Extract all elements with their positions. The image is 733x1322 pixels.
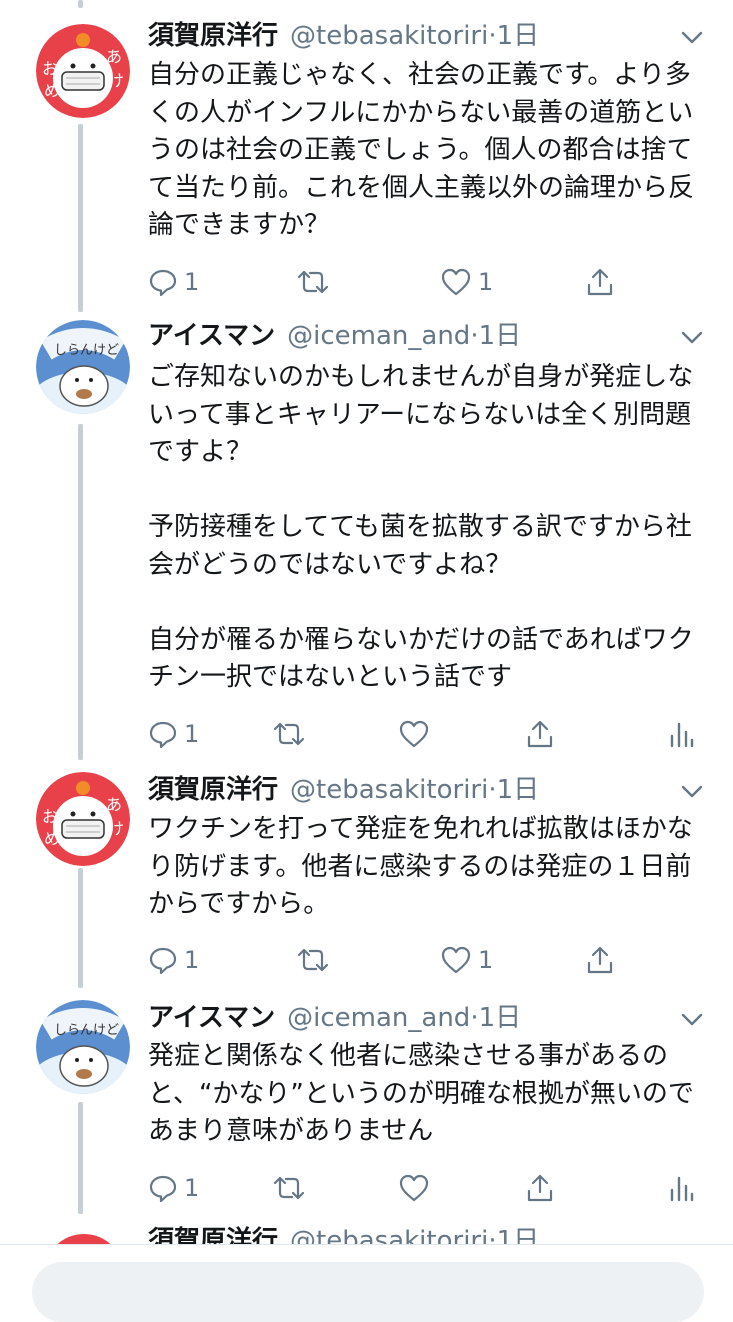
thread-line — [78, 868, 83, 988]
user-handle[interactable]: @tebasakitoriri — [290, 775, 488, 805]
retweet-button[interactable] — [272, 714, 306, 754]
tweet-header: アイスマン @iceman_and·1日 — [148, 996, 693, 1040]
separator-dot: · — [488, 775, 497, 805]
chevron-down-icon[interactable] — [677, 776, 707, 806]
avatar[interactable]: お あ け め — [36, 24, 130, 118]
reply-button[interactable]: 1 — [148, 714, 199, 754]
heart-icon — [441, 268, 471, 296]
reply-icon — [149, 1175, 177, 1203]
display-name[interactable]: 須賀原洋行 — [148, 1226, 278, 1246]
like-button[interactable] — [398, 1168, 430, 1208]
reply-button[interactable]: 1 — [148, 1168, 199, 1208]
chevron-down-icon[interactable] — [677, 22, 707, 52]
like-count: 1 — [478, 946, 494, 974]
tweet-text: ご存知ないのかもしれませんが自身が発症しないって事とキャリアーにならないは全く別… — [148, 362, 694, 692]
timestamp[interactable]: 1日 — [497, 21, 540, 51]
tweet-header: アイスマン @iceman_and·1日 — [148, 314, 693, 358]
share-button[interactable] — [524, 714, 556, 754]
like-button[interactable]: 1 — [440, 262, 493, 302]
share-button[interactable] — [524, 1168, 556, 1208]
separator-dot: · — [488, 21, 497, 51]
thread-line — [78, 424, 83, 760]
reply-button[interactable]: 1 — [148, 940, 199, 980]
display-name[interactable]: アイスマン — [148, 321, 275, 351]
tweet-header: 須賀原洋行 @tebasakitoriri·1日 — [148, 1226, 539, 1246]
share-icon — [587, 268, 613, 296]
chevron-down-icon[interactable] — [677, 1004, 707, 1034]
reply-count: 1 — [184, 268, 200, 296]
tweet-actions: 1 1 — [148, 262, 703, 302]
heart-icon — [399, 1174, 429, 1202]
tweet-actions: 1 — [148, 714, 703, 754]
tweet-text: ワクチンを打って発症を免れれば拡散はほかなり防げます。他者に感染するのは発症の１… — [148, 814, 693, 919]
reply-icon — [149, 269, 177, 297]
share-icon — [527, 720, 553, 748]
tweet-text: 発症と関係なく他者に感染させる事があるのと、“かなり”というのが明確な根拠が無い… — [148, 1041, 694, 1146]
svg-text:め: め — [44, 829, 60, 848]
tweet-actions: 1 — [148, 1168, 703, 1208]
reply-icon — [149, 721, 177, 749]
reply-input[interactable] — [32, 1262, 704, 1322]
like-button[interactable] — [398, 714, 430, 754]
svg-text:お: お — [42, 807, 58, 826]
svg-text:け: け — [108, 71, 124, 90]
separator-dot: · — [488, 1226, 497, 1246]
analytics-icon — [670, 1176, 694, 1202]
share-icon — [527, 1174, 553, 1202]
reply-count: 1 — [184, 720, 200, 748]
retweet-icon — [297, 270, 329, 294]
heart-icon — [441, 946, 471, 974]
tweet-actions: 1 1 — [148, 940, 703, 980]
display-name[interactable]: 須賀原洋行 — [148, 21, 278, 51]
retweet-button[interactable] — [296, 262, 330, 302]
avatar[interactable]: しらんけど — [36, 1000, 130, 1094]
svg-text:け: け — [108, 819, 124, 838]
tweet-header: 須賀原洋行 @tebasakitoriri·1日 — [148, 14, 693, 58]
thread-line — [78, 0, 83, 8]
user-handle[interactable]: @iceman_and — [287, 321, 470, 351]
svg-text:あ: あ — [106, 47, 122, 66]
svg-text:あ: あ — [106, 795, 122, 814]
separator-dot: · — [470, 1003, 479, 1033]
tweet-text: 自分の正義じゃなく、社会の正義です。より多くの人がインフルにかからない最善の道筋… — [148, 60, 695, 240]
thread-line — [78, 1102, 83, 1214]
avatar[interactable]: しらんけど — [36, 320, 130, 414]
user-handle[interactable]: @tebasakitoriri — [290, 21, 488, 51]
reply-count: 1 — [184, 1174, 200, 1202]
user-handle[interactable]: @iceman_and — [287, 1003, 470, 1033]
retweet-button[interactable] — [296, 940, 330, 980]
avatar[interactable]: お あ け め — [36, 772, 130, 866]
timestamp[interactable]: 1日 — [497, 1226, 540, 1246]
chevron-down-icon[interactable] — [677, 322, 707, 352]
svg-text:お: お — [42, 59, 58, 78]
svg-text:め: め — [44, 81, 60, 100]
like-button[interactable]: 1 — [440, 940, 493, 980]
avatar-caption: しらんけど — [54, 343, 119, 358]
timestamp[interactable]: 1日 — [497, 775, 540, 805]
analytics-icon — [670, 722, 694, 748]
share-button[interactable] — [584, 262, 616, 302]
share-button[interactable] — [584, 940, 616, 980]
reply-icon — [149, 947, 177, 975]
reply-button[interactable]: 1 — [148, 262, 199, 302]
analytics-button[interactable] — [668, 714, 694, 754]
share-icon — [587, 946, 613, 974]
retweet-icon — [297, 948, 329, 972]
analytics-button[interactable] — [668, 1168, 694, 1208]
tweet-header: 須賀原洋行 @tebasakitoriri·1日 — [148, 768, 693, 812]
like-count: 1 — [478, 268, 494, 296]
avatar-caption: しらんけど — [54, 1023, 119, 1038]
thread-line — [78, 124, 83, 312]
reply-count: 1 — [184, 946, 200, 974]
retweet-icon — [273, 1176, 305, 1200]
separator-dot: · — [470, 321, 479, 351]
retweet-icon — [273, 722, 305, 746]
user-handle[interactable]: @tebasakitoriri — [290, 1226, 488, 1246]
display-name[interactable]: 須賀原洋行 — [148, 775, 278, 805]
heart-icon — [399, 720, 429, 748]
retweet-button[interactable] — [272, 1168, 306, 1208]
display-name[interactable]: アイスマン — [148, 1003, 275, 1033]
timestamp[interactable]: 1日 — [479, 321, 522, 351]
timestamp[interactable]: 1日 — [479, 1003, 522, 1033]
